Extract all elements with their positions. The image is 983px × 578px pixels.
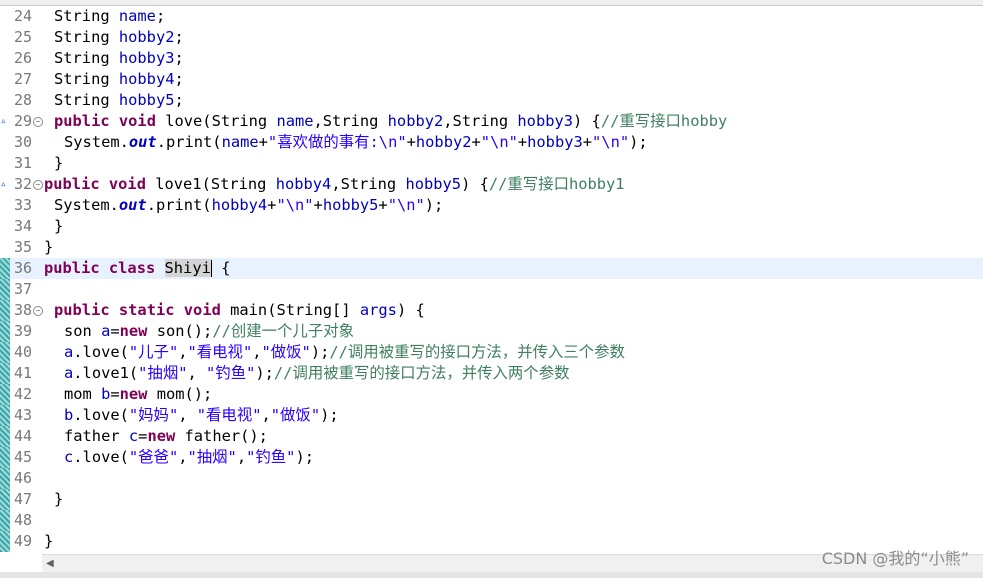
text-cursor (210, 260, 212, 277)
line-text[interactable]: String hobby2; (54, 27, 184, 48)
line-number: 46 (13, 469, 32, 487)
code-line[interactable]: 25 String hobby2; (0, 27, 983, 48)
code-line[interactable]: 30 System.out.print(name+"喜欢做的事有:\n"+hob… (0, 132, 983, 153)
code-line[interactable]: 46 (0, 468, 983, 489)
line-number: 47 (13, 490, 32, 508)
fold-toggle-icon[interactable]: − (33, 117, 43, 127)
line-text[interactable]: } (44, 237, 53, 258)
line-text[interactable]: String hobby3; (54, 48, 184, 69)
line-text[interactable]: String hobby5; (54, 90, 184, 111)
line-number: 42 (13, 385, 32, 403)
line-text[interactable]: String name; (54, 6, 165, 27)
change-marker (0, 363, 10, 384)
change-marker (0, 405, 10, 426)
change-marker (0, 279, 10, 300)
fold-toggle-icon[interactable]: − (33, 306, 43, 316)
scroll-left-arrow-icon[interactable]: ◀ (46, 558, 54, 569)
change-marker (0, 447, 10, 468)
line-number: 32 (13, 175, 32, 193)
override-marker-icon[interactable]: ▵ (0, 177, 10, 191)
code-line[interactable]: ▵ 32 − public void love1(String hobby4,S… (0, 174, 983, 195)
line-text[interactable]: System.out.print(hobby4+"\n"+hobby5+"\n"… (54, 195, 443, 216)
change-marker (0, 384, 10, 405)
line-number: 31 (13, 154, 32, 172)
change-marker (0, 321, 10, 342)
line-text[interactable]: } (54, 153, 63, 174)
line-number: 24 (13, 7, 32, 25)
watermark: CSDN @我的“小熊” (821, 549, 969, 568)
change-marker (0, 468, 10, 489)
line-text[interactable]: b.love("妈妈", "看电视","做饭"); (64, 405, 339, 426)
code-line[interactable]: 27 String hobby4; (0, 69, 983, 90)
line-text[interactable]: String hobby4; (54, 69, 184, 90)
code-line[interactable]: 47 } (0, 489, 983, 510)
line-number: 28 (13, 91, 32, 109)
line-number: 45 (13, 448, 32, 466)
code-line[interactable]: 35 } (0, 237, 983, 258)
line-text[interactable]: public void love1(String hobby4,String h… (44, 174, 625, 195)
line-number: 29 (13, 112, 32, 130)
line-text[interactable]: son a=new son();//创建一个儿子对象 (64, 321, 354, 342)
line-text[interactable]: a.love("儿子","看电视","做饭");//调用被重写的接口方法，并传入… (64, 342, 625, 363)
line-text[interactable]: System.out.print(name+"喜欢做的事有:\n"+hobby2… (64, 132, 648, 153)
code-editor[interactable]: 24 String name; 25 String hobby2; 26 Str… (0, 0, 983, 578)
line-text[interactable]: a.love1("抽烟", "钓鱼");//调用被重写的接口方法，并传入两个参数 (64, 363, 569, 384)
change-marker (0, 342, 10, 363)
change-marker (0, 426, 10, 447)
code-line[interactable]: 31 } (0, 153, 983, 174)
fold-toggle-icon[interactable]: − (33, 180, 43, 190)
line-text[interactable]: } (44, 531, 53, 552)
line-number: 49 (13, 532, 32, 550)
line-number: 39 (13, 322, 32, 340)
change-marker (0, 531, 10, 552)
line-number: 35 (13, 238, 32, 256)
line-number: 44 (13, 427, 32, 445)
code-line[interactable]: 24 String name; (0, 6, 983, 27)
code-line[interactable]: ▵ 29 − public void love(String name,Stri… (0, 111, 983, 132)
line-text[interactable]: public class Shiyi { (44, 258, 230, 279)
code-line[interactable]: 28 String hobby5; (0, 90, 983, 111)
line-number: 40 (13, 343, 32, 361)
line-text[interactable]: } (54, 216, 63, 237)
code-line[interactable]: 37 (0, 279, 983, 300)
line-number: 37 (13, 280, 32, 298)
code-line[interactable]: 39 son a=new son();//创建一个儿子对象 (0, 321, 983, 342)
code-line-current[interactable]: 36 public class Shiyi { (0, 258, 983, 279)
code-line[interactable]: 48 (0, 510, 983, 531)
line-number: 30 (13, 133, 32, 151)
line-number: 25 (13, 28, 32, 46)
line-number: 41 (13, 364, 32, 382)
code-line[interactable]: 34 } (0, 216, 983, 237)
code-line[interactable]: 45 c.love("爸爸","抽烟","钓鱼"); (0, 447, 983, 468)
line-number: 33 (13, 196, 32, 214)
code-line[interactable]: 42 mom b=new mom(); (0, 384, 983, 405)
change-marker (0, 258, 10, 279)
change-marker (0, 300, 10, 321)
line-text[interactable]: mom b=new mom(); (64, 384, 212, 405)
line-number: 38 (13, 301, 32, 319)
code-line[interactable]: 26 String hobby3; (0, 48, 983, 69)
code-line[interactable]: 41 a.love1("抽烟", "钓鱼");//调用被重写的接口方法，并传入两… (0, 363, 983, 384)
change-marker (0, 489, 10, 510)
override-marker-icon[interactable]: ▵ (0, 114, 10, 128)
change-marker (0, 510, 10, 531)
code-line[interactable]: 40 a.love("儿子","看电视","做饭");//调用被重写的接口方法，… (0, 342, 983, 363)
editor-bottom-border (0, 572, 983, 578)
line-number: 34 (13, 217, 32, 235)
line-number: 27 (13, 70, 32, 88)
code-line[interactable]: 43 b.love("妈妈", "看电视","做饭"); (0, 405, 983, 426)
line-number: 36 (13, 259, 32, 277)
code-line[interactable]: 38 − public static void main(String[] ar… (0, 300, 983, 321)
line-number: 43 (13, 406, 32, 424)
line-text[interactable]: public void love(String name,String hobb… (54, 111, 727, 132)
line-text[interactable]: public static void main(String[] args) { (54, 300, 425, 321)
line-text[interactable]: } (54, 489, 63, 510)
line-text[interactable]: c.love("爸爸","抽烟","钓鱼"); (64, 447, 314, 468)
code-line[interactable]: 44 father c=new father(); (0, 426, 983, 447)
line-number: 26 (13, 49, 32, 67)
line-text[interactable]: father c=new father(); (64, 426, 268, 447)
line-number: 48 (13, 511, 32, 529)
code-line[interactable]: 33 System.out.print(hobby4+"\n"+hobby5+"… (0, 195, 983, 216)
